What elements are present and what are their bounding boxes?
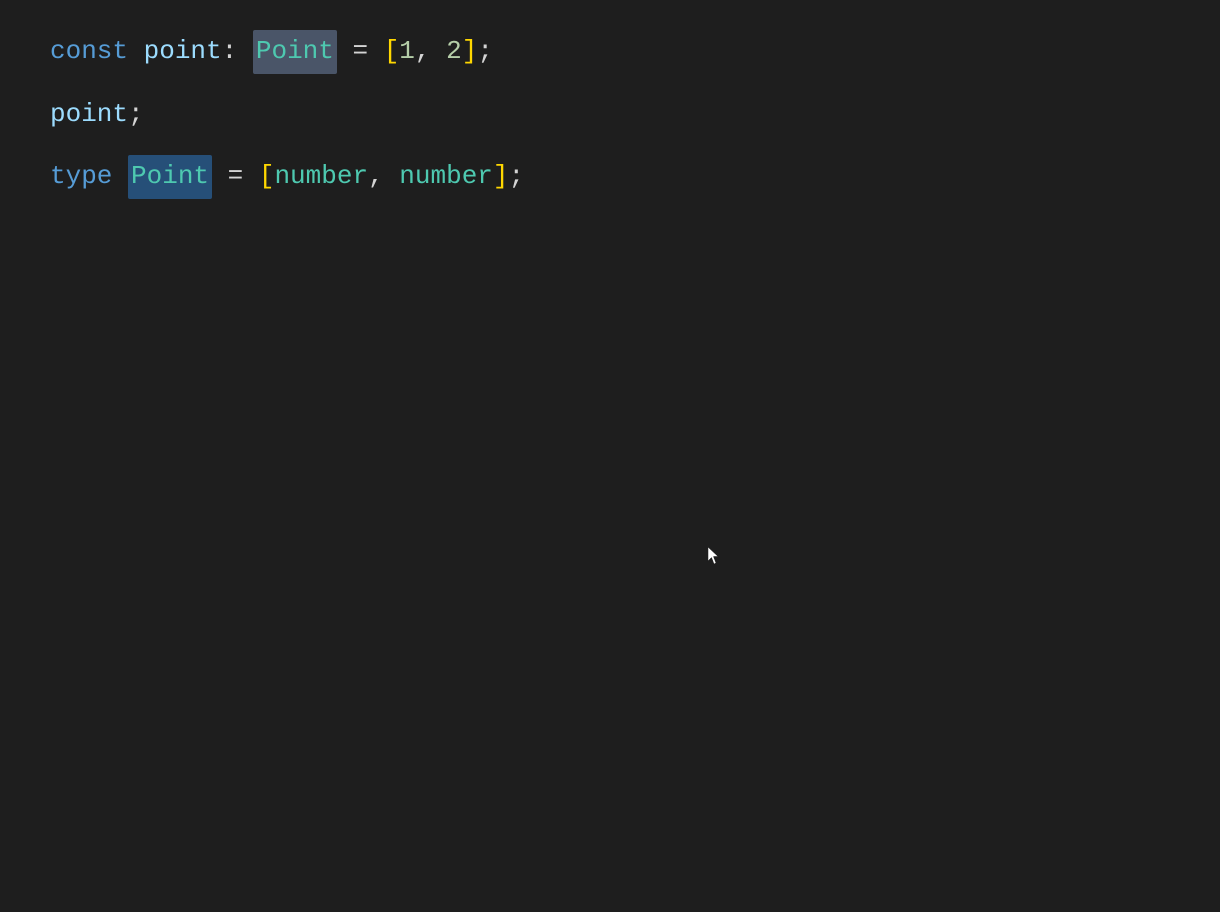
token-const: const: [50, 31, 144, 73]
code-editor[interactable]: const point: Point = [1, 2]; point; type…: [0, 0, 1220, 912]
token-point-var: point: [144, 31, 222, 73]
token-point-ref: point: [50, 94, 128, 136]
token-semi-2: ;: [128, 94, 144, 136]
token-comma-1: ,: [415, 31, 446, 73]
token-type-keyword: type: [50, 156, 128, 198]
code-line-3: type Point = [number, number];: [50, 155, 1170, 199]
token-colon-1: :: [222, 31, 253, 73]
code-line-2: point;: [50, 94, 1170, 136]
code-line-1: const point: Point = [1, 2];: [50, 30, 1170, 74]
token-comma-2: ,: [368, 156, 399, 198]
token-equals-2: =: [212, 156, 259, 198]
token-number-type-2: number: [399, 156, 493, 198]
token-equals-1: =: [337, 31, 384, 73]
token-bracket-close-2: ]: [493, 156, 509, 198]
mouse-cursor: [707, 542, 723, 570]
token-number-2: 2: [446, 31, 462, 73]
token-bracket-open-1: [: [384, 31, 400, 73]
token-number-1: 1: [399, 31, 415, 73]
token-bracket-open-2: [: [259, 156, 275, 198]
token-bracket-close-1: ]: [462, 31, 478, 73]
token-point-type-1: Point: [253, 30, 337, 74]
token-semi-1: ;: [477, 31, 493, 73]
token-number-type-1: number: [274, 156, 368, 198]
token-point-type-def: Point: [128, 155, 212, 199]
token-semi-3: ;: [509, 156, 525, 198]
